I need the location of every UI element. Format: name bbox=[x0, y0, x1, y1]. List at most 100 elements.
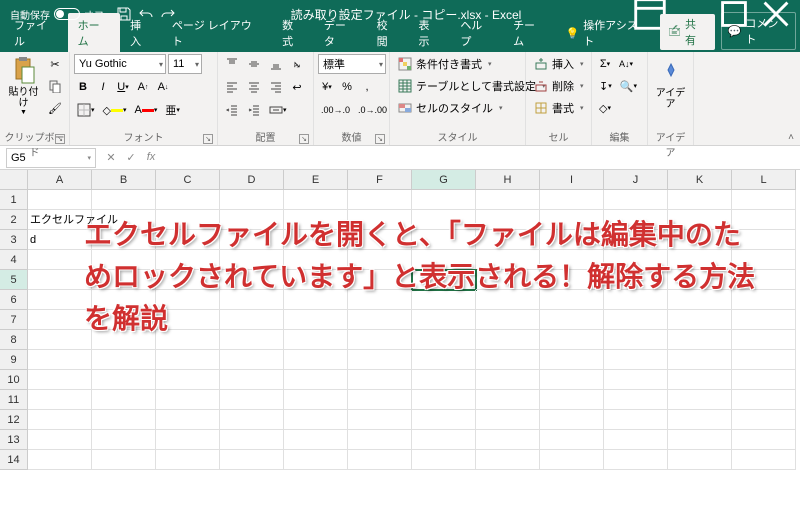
cell-J8[interactable] bbox=[604, 330, 668, 350]
cell-L1[interactable] bbox=[732, 190, 796, 210]
number-launcher[interactable]: ↘ bbox=[375, 134, 385, 144]
cell-K5[interactable] bbox=[668, 270, 732, 290]
tab-view[interactable]: 表示 bbox=[408, 13, 450, 52]
cell-D3[interactable] bbox=[220, 230, 284, 250]
cell-A10[interactable] bbox=[28, 370, 92, 390]
cell-C2[interactable] bbox=[156, 210, 220, 230]
cell-K12[interactable] bbox=[668, 410, 732, 430]
cell-G13[interactable] bbox=[412, 430, 476, 450]
cell-B6[interactable] bbox=[92, 290, 156, 310]
font-name-combo[interactable]: Yu Gothic bbox=[74, 54, 166, 74]
cell-K10[interactable] bbox=[668, 370, 732, 390]
cell-F9[interactable] bbox=[348, 350, 412, 370]
cell-H7[interactable] bbox=[476, 310, 540, 330]
increase-indent-button[interactable] bbox=[244, 100, 264, 120]
cell-D5[interactable] bbox=[220, 270, 284, 290]
align-top-button[interactable] bbox=[222, 54, 242, 74]
cell-K1[interactable] bbox=[668, 190, 732, 210]
cell-H9[interactable] bbox=[476, 350, 540, 370]
cell-H3[interactable] bbox=[476, 230, 540, 250]
cell-E3[interactable] bbox=[284, 230, 348, 250]
clipboard-launcher[interactable]: ↘ bbox=[55, 134, 65, 144]
cell-D13[interactable] bbox=[220, 430, 284, 450]
cell-I10[interactable] bbox=[540, 370, 604, 390]
tab-data[interactable]: データ bbox=[314, 13, 367, 52]
cell-I1[interactable] bbox=[540, 190, 604, 210]
row-header[interactable]: 8 bbox=[0, 330, 28, 350]
cell-J4[interactable] bbox=[604, 250, 668, 270]
cell-G6[interactable] bbox=[412, 290, 476, 310]
cell-I12[interactable] bbox=[540, 410, 604, 430]
cell-L3[interactable] bbox=[732, 230, 796, 250]
collapse-ribbon-button[interactable]: ˄ bbox=[788, 132, 794, 143]
row-header[interactable]: 12 bbox=[0, 410, 28, 430]
column-header[interactable]: A bbox=[28, 170, 92, 190]
cell-A7[interactable] bbox=[28, 310, 92, 330]
cell-G14[interactable] bbox=[412, 450, 476, 470]
name-box[interactable]: G5 bbox=[6, 148, 96, 168]
cell-C3[interactable] bbox=[156, 230, 220, 250]
row-header[interactable]: 7 bbox=[0, 310, 28, 330]
cell-D10[interactable] bbox=[220, 370, 284, 390]
cell-G2[interactable] bbox=[412, 210, 476, 230]
cell-F1[interactable] bbox=[348, 190, 412, 210]
number-format-combo[interactable]: 標準 bbox=[318, 54, 386, 74]
cell-F4[interactable] bbox=[348, 250, 412, 270]
insert-cells-button[interactable]: 挿入▾ bbox=[530, 54, 588, 74]
select-all-corner[interactable] bbox=[0, 170, 28, 190]
cell-H12[interactable] bbox=[476, 410, 540, 430]
cell-A9[interactable] bbox=[28, 350, 92, 370]
row-header[interactable]: 2 bbox=[0, 210, 28, 230]
column-header[interactable]: F bbox=[348, 170, 412, 190]
sort-filter-button[interactable]: A↓▾ bbox=[616, 54, 636, 74]
italic-button[interactable]: I bbox=[94, 77, 112, 97]
cell-I9[interactable] bbox=[540, 350, 604, 370]
cell-D4[interactable] bbox=[220, 250, 284, 270]
cell-H5[interactable] bbox=[476, 270, 540, 290]
cancel-formula-button[interactable]: ✕ bbox=[102, 151, 120, 164]
cell-C6[interactable] bbox=[156, 290, 220, 310]
cell-G12[interactable] bbox=[412, 410, 476, 430]
cell-K3[interactable] bbox=[668, 230, 732, 250]
cell-J9[interactable] bbox=[604, 350, 668, 370]
cell-G9[interactable] bbox=[412, 350, 476, 370]
cell-E7[interactable] bbox=[284, 310, 348, 330]
share-button[interactable]: 🖆 共有 bbox=[660, 14, 715, 50]
cell-I14[interactable] bbox=[540, 450, 604, 470]
cell-K13[interactable] bbox=[668, 430, 732, 450]
cell-F3[interactable] bbox=[348, 230, 412, 250]
wrap-text-button[interactable]: ↩ bbox=[288, 77, 306, 97]
cell-I8[interactable] bbox=[540, 330, 604, 350]
column-header[interactable]: B bbox=[92, 170, 156, 190]
cell-E9[interactable] bbox=[284, 350, 348, 370]
cell-C4[interactable] bbox=[156, 250, 220, 270]
cell-L8[interactable] bbox=[732, 330, 796, 350]
phonetic-button[interactable]: 亜▾ bbox=[162, 100, 183, 120]
cell-D8[interactable] bbox=[220, 330, 284, 350]
cell-K4[interactable] bbox=[668, 250, 732, 270]
cell-L5[interactable] bbox=[732, 270, 796, 290]
cell-C12[interactable] bbox=[156, 410, 220, 430]
tab-help[interactable]: ヘルプ bbox=[450, 13, 503, 52]
tab-page-layout[interactable]: ページ レイアウト bbox=[162, 13, 272, 52]
cell-K2[interactable] bbox=[668, 210, 732, 230]
cell-G7[interactable] bbox=[412, 310, 476, 330]
ideas-button[interactable]: アイデア bbox=[652, 54, 689, 118]
cell-K7[interactable] bbox=[668, 310, 732, 330]
merge-button[interactable]: ▾ bbox=[266, 100, 290, 120]
cell-A11[interactable] bbox=[28, 390, 92, 410]
cell-L2[interactable] bbox=[732, 210, 796, 230]
cell-A2[interactable]: エクセルファイル bbox=[28, 210, 92, 230]
delete-cells-button[interactable]: 削除▾ bbox=[530, 76, 588, 96]
column-header[interactable]: L bbox=[732, 170, 796, 190]
cell-B1[interactable] bbox=[92, 190, 156, 210]
cell-J6[interactable] bbox=[604, 290, 668, 310]
align-left-button[interactable] bbox=[222, 77, 242, 97]
cell-A5[interactable] bbox=[28, 270, 92, 290]
row-header[interactable]: 6 bbox=[0, 290, 28, 310]
cell-D7[interactable] bbox=[220, 310, 284, 330]
decrease-font-button[interactable]: A↓ bbox=[154, 77, 172, 97]
cell-B3[interactable] bbox=[92, 230, 156, 250]
cell-L10[interactable] bbox=[732, 370, 796, 390]
increase-font-button[interactable]: A↑ bbox=[134, 77, 152, 97]
